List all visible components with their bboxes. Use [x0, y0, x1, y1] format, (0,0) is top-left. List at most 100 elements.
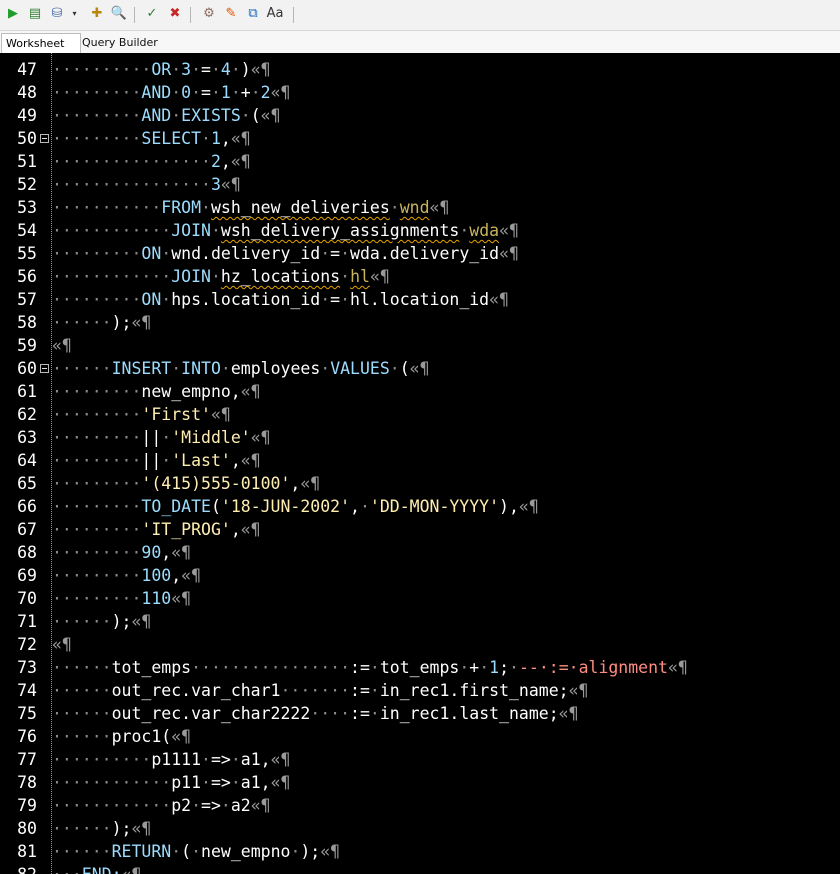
- autotrace-icon[interactable]: 🔍: [110, 5, 128, 23]
- code-content: ······INSERT·INTO·employees·VALUES·(«¶: [52, 357, 430, 380]
- code-text: wda.delivery_id: [350, 244, 500, 263]
- code-line[interactable]: 47 ··········OR·3·=·4·)«¶: [0, 58, 840, 81]
- rollback-icon[interactable]: ✓: [143, 5, 161, 23]
- code-line[interactable]: 73 ······tot_emps················:=·tot_e…: [0, 656, 840, 679]
- code-line[interactable]: 59 «¶: [0, 334, 840, 357]
- code-content: ·········ON·wnd.delivery_id·=·wda.delive…: [52, 242, 519, 265]
- code-text: p2: [171, 796, 192, 815]
- clear-icon[interactable]: ✎: [222, 5, 240, 23]
- line-end-marker: «¶: [558, 704, 579, 723]
- string-literal: 'First': [141, 405, 211, 424]
- line-number: 52: [17, 175, 37, 194]
- code-line[interactable]: 76 ······proc1(«¶: [0, 725, 840, 748]
- sql-code-editor[interactable]: 47 ··········OR·3·=·4·)«¶ 48 ·········AND·0…: [0, 53, 840, 874]
- line-end-marker: «¶: [240, 382, 261, 401]
- code-line[interactable]: 79 ············p2·=>·a2«¶: [0, 794, 840, 817]
- code-text: ,: [230, 451, 241, 470]
- line-number: 76: [17, 727, 37, 746]
- line-end-marker: «¶: [270, 773, 291, 792]
- code-text: ,: [171, 566, 182, 585]
- stop-icon[interactable]: ✖: [166, 5, 184, 23]
- code-line[interactable]: 60 ······INSERT·INTO·employees·VALUES·(«¶: [0, 357, 840, 380]
- code-line[interactable]: 71 ······);«¶: [0, 610, 840, 633]
- tab-query-builder[interactable]: Query Builder: [78, 33, 162, 52]
- code-line[interactable]: 78 ············p11·=>·a1,«¶: [0, 771, 840, 794]
- code-line[interactable]: 69 ·········100,«¶: [0, 564, 840, 587]
- run-script-icon[interactable]: ▤: [26, 5, 44, 23]
- code-line[interactable]: 68 ·········90,«¶: [0, 541, 840, 564]
- whitespace-marker: ·········: [52, 290, 142, 309]
- code-content: «¶: [52, 334, 72, 357]
- line-number: 77: [17, 750, 37, 769]
- whitespace-marker: ···: [52, 865, 82, 874]
- commit-icon[interactable]: ⛁: [48, 5, 66, 23]
- run-statement-icon[interactable]: ▶: [4, 5, 22, 23]
- sql-keyword: AND: [141, 106, 172, 125]
- code-comment: --·:=·alignment: [518, 658, 668, 677]
- string-literal: '(415)555-0100': [141, 474, 291, 493]
- code-line[interactable]: 80 ······);«¶: [0, 817, 840, 840]
- code-line[interactable]: 66 ·········TO_DATE('18-JUN-2002',·'DD-MO…: [0, 495, 840, 518]
- code-line[interactable]: 72 «¶: [0, 633, 840, 656]
- line-end-marker: «¶: [220, 175, 241, 194]
- code-line[interactable]: 56 ············JOIN·hz_locations·hl«¶: [0, 265, 840, 288]
- code-text: tot_emps: [379, 658, 460, 677]
- code-content: ·········'First'«¶: [52, 403, 231, 426]
- code-line[interactable]: 64 ·········||·'Last',«¶: [0, 449, 840, 472]
- dropdown-arrow-icon[interactable]: ▾: [70, 5, 79, 23]
- code-line[interactable]: 70 ·········110«¶: [0, 587, 840, 610]
- whitespace-marker: ·: [161, 428, 172, 447]
- sql-keyword: ON: [141, 244, 162, 263]
- code-line[interactable]: 57 ·········ON·hps.location_id·=·hl.locat…: [0, 288, 840, 311]
- code-line[interactable]: 53 ···········FROM·wsh_new_deliveries·wnd…: [0, 196, 840, 219]
- line-number: 82: [0, 863, 37, 874]
- whitespace-marker: ···········: [52, 198, 162, 217]
- code-line[interactable]: 51 ················2,«¶: [0, 150, 840, 173]
- line-number: 53: [17, 198, 37, 217]
- code-line[interactable]: 48 ·········AND·0·=·1·+·2«¶: [0, 81, 840, 104]
- code-line[interactable]: 61 ·········new_empno,«¶: [0, 380, 840, 403]
- line-end-marker: «¶: [300, 474, 321, 493]
- code-line[interactable]: 65 ·········'(415)555-0100',«¶: [0, 472, 840, 495]
- table-alias: hl: [350, 267, 370, 286]
- code-text: tot_emps: [111, 658, 192, 677]
- number-literal: 2: [210, 152, 221, 171]
- explain-plan-icon[interactable]: ✚: [88, 5, 106, 23]
- fold-toggle-icon[interactable]: [40, 134, 49, 143]
- tab-worksheet[interactable]: Worksheet: [1, 33, 81, 53]
- code-line[interactable]: 63 ·········||·'Middle'«¶: [0, 426, 840, 449]
- code-line[interactable]: 50 ·········SELECT·1,«¶: [0, 127, 840, 150]
- sql-keyword: RETURN: [111, 842, 172, 861]
- line-end-marker: «¶: [369, 267, 390, 286]
- code-content: ··········OR·3·=·4·)«¶: [52, 58, 271, 81]
- code-line[interactable]: 75 ······out_rec.var_char2222····:=·in_re…: [0, 702, 840, 725]
- whitespace-marker: ················: [52, 152, 211, 171]
- line-end-marker: «¶: [131, 819, 152, 838]
- code-line[interactable]: 81 ······RETURN·(·new_empno·);«¶: [0, 840, 840, 863]
- code-line[interactable]: 82 ···END;«¶: [0, 863, 840, 874]
- code-line[interactable]: 67 ·········'IT_PROG',«¶: [0, 518, 840, 541]
- code-line[interactable]: 49 ·········AND·EXISTS·(«¶: [0, 104, 840, 127]
- operator: =: [330, 290, 341, 309]
- code-line[interactable]: 54 ············JOIN·wsh_delivery_assignme…: [0, 219, 840, 242]
- code-line[interactable]: 52 ················3«¶: [0, 173, 840, 196]
- operator: =: [201, 83, 211, 102]
- code-line[interactable]: 62 ·········'First'«¶: [0, 403, 840, 426]
- whitespace-marker: ················: [191, 658, 351, 677]
- history-icon[interactable]: ⧉: [244, 5, 262, 23]
- code-line[interactable]: 58 ······);«¶: [0, 311, 840, 334]
- code-line[interactable]: 74 ······out_rec.var_char1·······:=·in_re…: [0, 679, 840, 702]
- change-case-icon[interactable]: Aa: [266, 5, 284, 23]
- code-content: ·········ON·hps.location_id·=·hl.locatio…: [52, 288, 509, 311]
- code-line[interactable]: 55 ·········ON·wnd.delivery_id·=·wda.deli…: [0, 242, 840, 265]
- sql-tuning-icon[interactable]: ⚙: [200, 5, 218, 23]
- fold-toggle-icon[interactable]: [40, 364, 49, 373]
- whitespace-marker: ·: [389, 359, 400, 378]
- whitespace-marker: ·: [220, 796, 231, 815]
- whitespace-marker: ·: [201, 773, 211, 792]
- code-content: «¶: [52, 633, 72, 656]
- whitespace-marker: ············: [52, 221, 172, 240]
- whitespace-marker: ·········: [52, 405, 142, 424]
- code-line[interactable]: 77 ··········p1111·=>·a1,«¶: [0, 748, 840, 771]
- code-content: ···END;«¶: [52, 863, 141, 874]
